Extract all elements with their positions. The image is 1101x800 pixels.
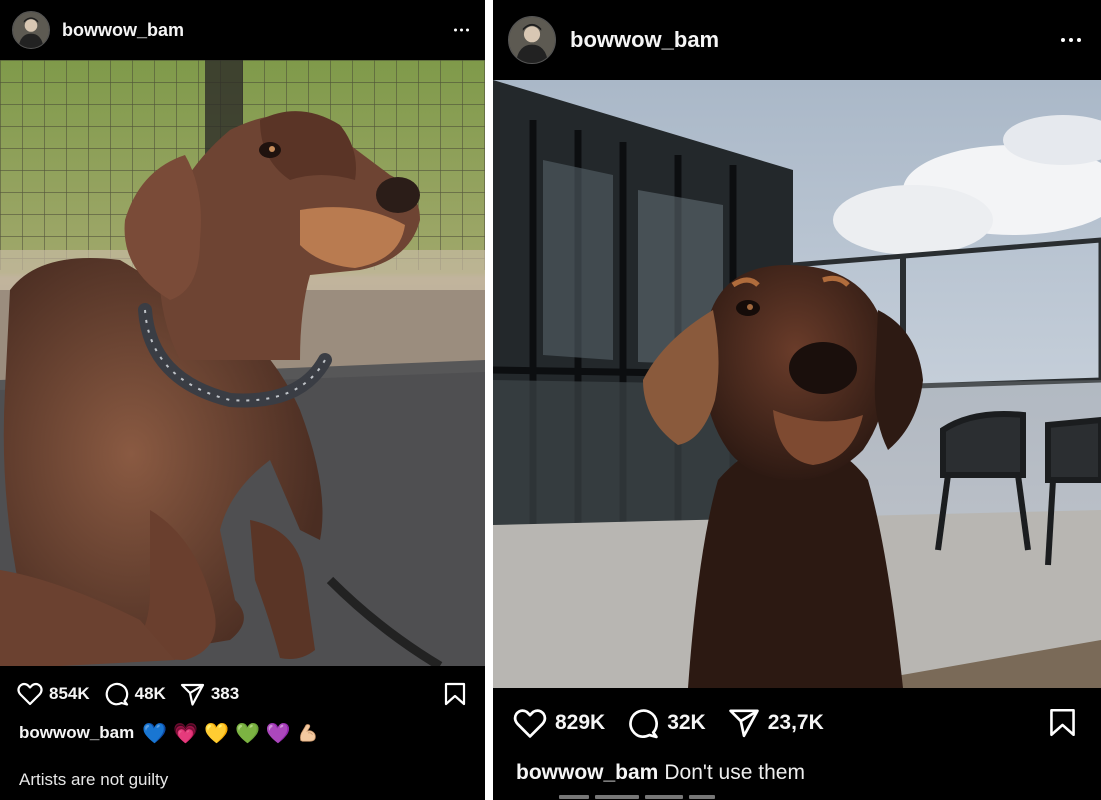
comment-count: 48K [134,684,166,703]
like-button[interactable]: 829K [513,708,605,739]
comment-button[interactable]: 32K [627,708,706,739]
post-username[interactable]: bowwow_bam [62,20,184,41]
heart-icon [17,682,43,706]
heart-icon [513,708,547,738]
pink-heart-emoji: 💗 [173,721,199,745]
avatar[interactable] [12,11,50,49]
caption-line-2: Artists are not guilty [19,770,169,789]
comment-icon [105,682,128,706]
caption-emoji: 💙 💗 💛 💚 💜 [142,722,319,744]
like-count: 854K [49,684,90,703]
share-icon [180,683,204,706]
share-count: 23,7K [767,711,824,734]
caption-cut-off-line [559,795,739,800]
share-count: 383 [210,684,240,703]
like-button[interactable]: 854K [17,682,90,706]
post-header: bowwow_bam [493,0,1101,80]
purple-heart-emoji: 💜 [265,721,291,745]
comment-count: 32K [667,711,706,734]
more-options-icon[interactable] [1061,38,1081,42]
caption: bowwow_bam 💙 💗 💛 💚 💜 [0,720,485,746]
comment-icon [629,708,659,738]
yellow-heart-emoji: 💛 [204,721,229,745]
action-bar: 854K 48K 383 [0,676,485,712]
action-bar: 829K 32K 23,7K [493,703,1101,743]
post-right: bowwow_bam 829K 32K 23,7K bowwow_bam Don… [493,0,1101,800]
post-username[interactable]: bowwow_bam [570,27,719,53]
post-left: bowwow_bam 854K 48K 383 bowwow_bam 💙 💗 💛… [0,0,485,800]
share-button[interactable]: 383 [180,683,239,706]
bookmark-icon[interactable] [1049,707,1076,738]
caption-username[interactable]: bowwow_bam [19,723,134,743]
post-photo [0,60,485,666]
post-photo [493,80,1101,688]
blue-heart-emoji: 💙 [142,721,168,745]
caption-text: Don't use them [664,761,805,784]
green-heart-emoji: 💚 [234,721,260,745]
flexed-biceps-icon [299,724,316,742]
share-button[interactable]: 23,7K [728,708,824,738]
more-options-icon[interactable] [454,28,469,32]
avatar[interactable] [508,16,556,64]
caption: bowwow_bam Don't use them [493,758,1101,788]
share-icon [728,709,759,738]
post-header: bowwow_bam [0,0,485,60]
comment-button[interactable]: 48K [104,682,166,706]
like-count: 829K [555,711,606,734]
bookmark-icon[interactable] [444,682,466,706]
caption-username[interactable]: bowwow_bam [516,761,658,785]
